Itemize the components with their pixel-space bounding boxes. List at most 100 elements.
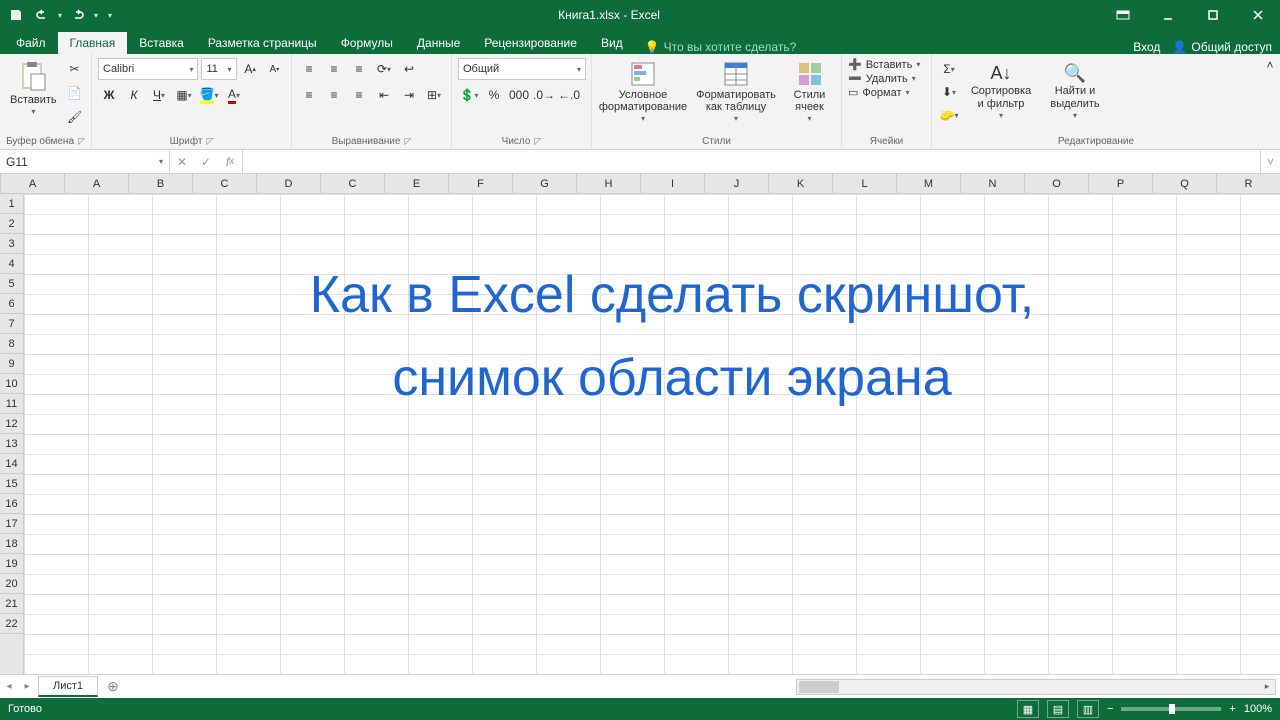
accounting-format-icon[interactable]: 💲▾ bbox=[458, 84, 480, 106]
column-header[interactable]: R bbox=[1217, 174, 1280, 193]
wrap-text-icon[interactable]: ↩ bbox=[398, 58, 420, 80]
decrease-decimal-icon[interactable]: ←.0 bbox=[558, 84, 580, 106]
zoom-slider[interactable] bbox=[1121, 707, 1221, 711]
redo-icon[interactable] bbox=[68, 5, 88, 25]
page-break-view-icon[interactable]: ▥ bbox=[1077, 700, 1099, 718]
copy-icon[interactable]: 📄 bbox=[64, 82, 86, 104]
bold-button[interactable]: Ж bbox=[98, 84, 120, 106]
sheet-tab-1[interactable]: Лист1 bbox=[38, 676, 98, 697]
tab-home[interactable]: Главная bbox=[58, 32, 128, 54]
tab-formulas[interactable]: Формулы bbox=[329, 32, 405, 54]
enter-formula-icon[interactable]: ✓ bbox=[194, 155, 218, 169]
column-header[interactable]: H bbox=[577, 174, 641, 193]
row-header[interactable]: 19 bbox=[0, 554, 23, 574]
find-select-button[interactable]: 🔍 Найти и выделить▾ bbox=[1042, 62, 1108, 123]
sign-in-link[interactable]: Вход bbox=[1133, 40, 1160, 54]
column-header[interactable]: Q bbox=[1153, 174, 1217, 193]
column-header[interactable]: P bbox=[1089, 174, 1153, 193]
row-header[interactable]: 3 bbox=[0, 234, 23, 254]
format-cells-button[interactable]: ▭Формат▾ bbox=[848, 86, 925, 99]
number-launcher-icon[interactable]: ◸ bbox=[534, 136, 541, 147]
column-header[interactable]: A bbox=[65, 174, 129, 193]
column-header[interactable]: E bbox=[385, 174, 449, 193]
collapse-ribbon-icon[interactable]: ˄ bbox=[1260, 54, 1280, 149]
row-header[interactable]: 4 bbox=[0, 254, 23, 274]
orientation-icon[interactable]: ⟳▾ bbox=[373, 58, 395, 80]
column-header[interactable]: D bbox=[257, 174, 321, 193]
share-button[interactable]: 👤 Общий доступ bbox=[1172, 40, 1272, 54]
row-header[interactable]: 10 bbox=[0, 374, 23, 394]
autosum-icon[interactable]: Σ▾ bbox=[938, 58, 960, 80]
row-header[interactable]: 6 bbox=[0, 294, 23, 314]
fill-icon[interactable]: ⬇▾ bbox=[938, 81, 960, 103]
zoom-in-icon[interactable]: + bbox=[1229, 703, 1235, 715]
row-header[interactable]: 22 bbox=[0, 614, 23, 634]
cell-styles-button[interactable]: Стили ячеек▾ bbox=[784, 59, 835, 126]
row-header[interactable]: 18 bbox=[0, 534, 23, 554]
increase-font-icon[interactable]: A▴ bbox=[240, 58, 261, 80]
underline-button[interactable]: Ч▾ bbox=[148, 84, 170, 106]
normal-view-icon[interactable]: ▦ bbox=[1017, 700, 1039, 718]
percent-format-icon[interactable]: % bbox=[483, 84, 505, 106]
row-header[interactable]: 15 bbox=[0, 474, 23, 494]
minimize-icon[interactable] bbox=[1145, 0, 1190, 30]
align-center-icon[interactable]: ≡ bbox=[323, 84, 345, 106]
undo-icon[interactable] bbox=[32, 5, 52, 25]
scroll-thumb[interactable] bbox=[799, 681, 839, 693]
clipboard-launcher-icon[interactable]: ◸ bbox=[78, 136, 85, 147]
clear-icon[interactable]: 🧽▾ bbox=[938, 104, 960, 126]
expand-formula-bar-icon[interactable]: ˅ bbox=[1260, 150, 1280, 173]
page-layout-view-icon[interactable]: ▤ bbox=[1047, 700, 1069, 718]
align-middle-icon[interactable]: ≡ bbox=[323, 58, 345, 80]
conditional-format-button[interactable]: Условное форматирование▾ bbox=[598, 59, 688, 126]
row-header[interactable]: 9 bbox=[0, 354, 23, 374]
name-box[interactable]: G11▾ bbox=[0, 150, 170, 173]
cancel-formula-icon[interactable]: ✕ bbox=[170, 155, 194, 169]
decrease-font-icon[interactable]: A▾ bbox=[264, 58, 285, 80]
row-header[interactable]: 17 bbox=[0, 514, 23, 534]
align-right-icon[interactable]: ≡ bbox=[348, 84, 370, 106]
row-header[interactable]: 16 bbox=[0, 494, 23, 514]
column-header[interactable]: L bbox=[833, 174, 897, 193]
column-header[interactable]: J bbox=[705, 174, 769, 193]
paste-button[interactable]: Вставить ▾ bbox=[6, 58, 61, 119]
row-header[interactable]: 7 bbox=[0, 314, 23, 334]
font-launcher-icon[interactable]: ◸ bbox=[206, 136, 213, 147]
row-header[interactable]: 2 bbox=[0, 214, 23, 234]
row-header[interactable]: 1 bbox=[0, 194, 23, 214]
font-name-select[interactable]: Calibri▾ bbox=[98, 58, 198, 80]
delete-cells-button[interactable]: ➖Удалить▾ bbox=[848, 72, 925, 85]
tell-me-search[interactable]: 💡 Что вы хотите сделать? bbox=[645, 40, 1134, 54]
scroll-right-icon[interactable]: ▸ bbox=[1259, 681, 1275, 692]
tab-review[interactable]: Рецензирование bbox=[472, 32, 589, 54]
column-header[interactable]: M bbox=[897, 174, 961, 193]
column-header[interactable]: C bbox=[193, 174, 257, 193]
format-as-table-button[interactable]: Форматировать как таблицу▾ bbox=[694, 59, 778, 126]
increase-indent-icon[interactable]: ⇥ bbox=[398, 84, 420, 106]
row-header[interactable]: 12 bbox=[0, 414, 23, 434]
row-header[interactable]: 11 bbox=[0, 394, 23, 414]
ribbon-options-icon[interactable] bbox=[1100, 0, 1145, 30]
decrease-indent-icon[interactable]: ⇤ bbox=[373, 84, 395, 106]
row-header[interactable]: 20 bbox=[0, 574, 23, 594]
tab-data[interactable]: Данные bbox=[405, 32, 472, 54]
format-painter-icon[interactable]: 🖌 bbox=[64, 106, 86, 128]
save-icon[interactable] bbox=[6, 5, 26, 25]
zoom-out-icon[interactable]: − bbox=[1107, 703, 1113, 715]
border-button[interactable]: ▦▾ bbox=[173, 84, 195, 106]
align-bottom-icon[interactable]: ≡ bbox=[348, 58, 370, 80]
row-header[interactable]: 13 bbox=[0, 434, 23, 454]
column-header[interactable]: B bbox=[129, 174, 193, 193]
cut-icon[interactable]: ✂ bbox=[64, 58, 86, 80]
insert-cells-button[interactable]: ➕Вставить▾ bbox=[848, 58, 925, 71]
tab-page-layout[interactable]: Разметка страницы bbox=[196, 32, 329, 54]
column-header[interactable]: C bbox=[321, 174, 385, 193]
column-header[interactable]: N bbox=[961, 174, 1025, 193]
column-header[interactable]: A bbox=[1, 174, 65, 193]
font-size-select[interactable]: 11▾ bbox=[201, 58, 236, 80]
sheet-nav-prev-icon[interactable]: ◂ bbox=[0, 681, 18, 692]
fx-icon[interactable]: fx bbox=[218, 155, 242, 169]
tab-view[interactable]: Вид bbox=[589, 32, 635, 54]
column-header[interactable]: K bbox=[769, 174, 833, 193]
close-icon[interactable] bbox=[1235, 0, 1280, 30]
